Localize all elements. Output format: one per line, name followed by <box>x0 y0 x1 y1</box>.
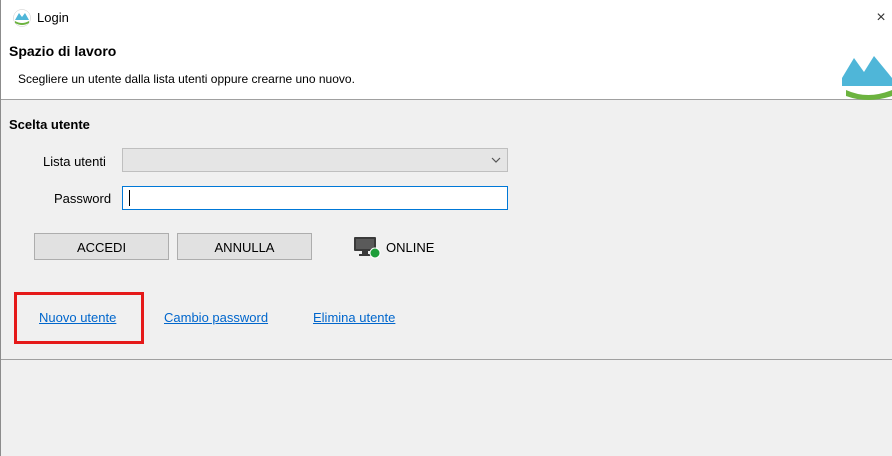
divider <box>1 359 892 360</box>
delete-user-link[interactable]: Elimina utente <box>313 310 395 325</box>
connection-status: ONLINE <box>386 240 435 255</box>
app-logo-icon <box>13 9 31 27</box>
cancel-button[interactable]: ANNULLA <box>177 233 312 260</box>
login-window: Login × Spazio di lavoro Scegliere un ut… <box>0 0 892 456</box>
chevron-down-icon <box>491 157 501 163</box>
page-title: Spazio di lavoro <box>9 43 117 59</box>
monitor-online-icon <box>354 237 381 259</box>
brand-logo-icon <box>842 49 892 100</box>
change-password-link[interactable]: Cambio password <box>164 310 268 325</box>
user-list-label: Lista utenti <box>43 154 106 169</box>
password-input[interactable] <box>122 186 508 210</box>
close-icon[interactable]: × <box>870 0 892 36</box>
window-title: Login <box>37 10 69 25</box>
header-panel: Spazio di lavoro Scegliere un utente dal… <box>1 36 892 100</box>
login-button[interactable]: ACCEDI <box>34 233 169 260</box>
title-bar: Login × <box>1 0 892 36</box>
text-caret <box>129 190 130 206</box>
new-user-link[interactable]: Nuovo utente <box>39 310 116 325</box>
password-label: Password <box>54 191 112 206</box>
user-list-select[interactable] <box>122 148 508 172</box>
section-title: Scelta utente <box>9 117 90 132</box>
page-subtitle: Scegliere un utente dalla lista utenti o… <box>18 72 355 86</box>
